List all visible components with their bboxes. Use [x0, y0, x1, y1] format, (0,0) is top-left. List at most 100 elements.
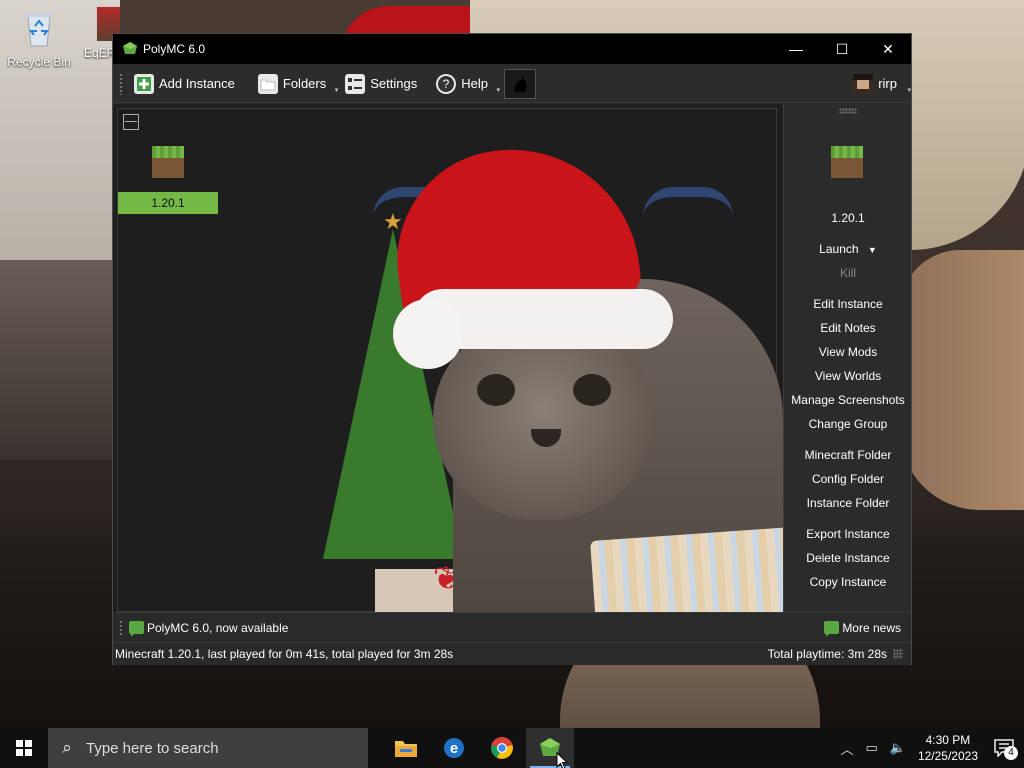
search-placeholder: Type here to search [86, 739, 219, 757]
chrome-icon [491, 737, 513, 759]
search-icon: ⌕ [62, 738, 72, 757]
help-icon: ? [436, 73, 457, 94]
file-explorer-icon [395, 741, 417, 757]
dropdown-arrow-icon: ▾ [907, 86, 911, 94]
volume-muted-icon[interactable]: 🔈 [890, 740, 906, 756]
settings-icon [345, 73, 366, 94]
grass-block-icon [152, 146, 184, 178]
news-headline[interactable]: PolyMC 6.0, now available [147, 621, 822, 635]
start-button[interactable] [0, 728, 48, 768]
launch-button[interactable]: Launch ▼ [784, 242, 912, 256]
maximize-button[interactable]: ☐ [819, 34, 865, 64]
toolbar-grip-handle[interactable] [119, 72, 123, 95]
cat-face [433, 319, 653, 519]
santa-hat-pompom [393, 299, 463, 369]
minimize-icon: — [789, 41, 803, 57]
mouse-cursor-icon [556, 752, 568, 768]
settings-button[interactable]: Settings [338, 68, 423, 100]
maximize-icon: ☐ [835, 40, 849, 57]
windows-logo-icon [16, 740, 32, 756]
group-collapse-toggle[interactable] [123, 114, 139, 130]
notification-count-badge: 4 [1004, 746, 1018, 760]
show-hidden-icons-chevron-icon[interactable]: ︿ [840, 739, 853, 758]
taskbar-file-explorer[interactable] [382, 728, 430, 768]
instance-status-text: Minecraft 1.20.1, last played for 0m 41s… [115, 647, 454, 661]
bg-wall-lower [0, 260, 120, 460]
instance-folder-button[interactable]: Instance Folder [784, 496, 912, 510]
delete-instance-button[interactable]: Delete Instance [784, 551, 912, 565]
total-playtime-text: Total playtime: 3m 28s [767, 647, 887, 661]
close-icon: ✕ [882, 40, 894, 57]
folders-button[interactable]: Folders ▾ [251, 68, 338, 100]
polymc-window: PolyMC 6.0 — ☐ ✕ Add Instance Folders ▾ [112, 33, 912, 665]
clock-date: 12/25/2023 [917, 749, 978, 763]
title-bar[interactable]: PolyMC 6.0 — ☐ ✕ [113, 34, 911, 64]
svg-text:?: ? [443, 77, 450, 91]
export-instance-button[interactable]: Export Instance [784, 527, 912, 541]
more-news-button[interactable]: More news [822, 620, 901, 637]
settings-label: Settings [370, 76, 418, 91]
polymc-logo-icon [123, 42, 137, 54]
cat-icon [514, 75, 527, 92]
svg-text:e: e [450, 740, 458, 757]
edit-notes-button[interactable]: Edit Notes [784, 321, 912, 335]
desktop-icon-label: Recycle Bin [7, 55, 71, 69]
edge-icon: e [444, 738, 464, 758]
instance-tile[interactable]: 1.20.1 [118, 146, 218, 214]
action-center-button[interactable]: 4 [984, 728, 1024, 768]
cat-pack-button[interactable] [503, 68, 536, 99]
window-title: PolyMC 6.0 [143, 42, 206, 56]
newsbar-grip-handle[interactable] [119, 619, 123, 636]
clock-time: 4:30 PM [925, 733, 971, 747]
folder-icon [257, 73, 278, 94]
account-avatar-icon [853, 73, 874, 94]
main-toolbar: Add Instance Folders ▾ Settings ? Help ▾… [113, 65, 911, 103]
view-mods-button[interactable]: View Mods [784, 345, 912, 359]
status-bar: Minecraft 1.20.1, last played for 0m 41s… [113, 642, 911, 665]
system-tray: ︿ ▭ 🔈 4:30 PM 12/25/2023 4 [834, 728, 1024, 768]
sidebar-grip-handle[interactable] [838, 108, 857, 114]
instance-sidebar: 1.20.1 Launch ▼ Kill Edit Instance Edit … [783, 104, 911, 612]
gift-box [590, 527, 783, 612]
desktop-icon-recycle-bin[interactable]: Recycle Bin [2, 8, 76, 69]
dropdown-arrow-icon: ▼ [867, 245, 877, 255]
news-icon [129, 621, 144, 637]
launch-label: Launch [819, 242, 859, 256]
taskbar-search-box[interactable]: ⌕ Type here to search [48, 728, 368, 768]
kill-button[interactable]: Kill [784, 266, 912, 280]
news-bar: PolyMC 6.0, now available More news [113, 612, 911, 642]
resize-grip-handle[interactable] [893, 649, 903, 659]
help-label: Help [461, 76, 488, 91]
config-folder-button[interactable]: Config Folder [784, 472, 912, 486]
cat-background-art: ★ ❦ [323, 133, 783, 612]
instance-name-label: 1.20.1 [118, 192, 218, 214]
sidebar-instance-name: 1.20.1 [831, 211, 865, 225]
instance-view[interactable]: ★ ❦ 1.20.1 [113, 104, 783, 612]
copy-instance-button[interactable]: Copy Instance [784, 575, 912, 589]
minimize-button[interactable]: — [773, 34, 819, 64]
manage-screenshots-button[interactable]: Manage Screenshots [784, 393, 912, 407]
account-name: rirp [878, 76, 897, 91]
help-button[interactable]: ? Help ▾ [429, 68, 500, 100]
dropdown-arrow-icon: ▾ [496, 86, 500, 94]
change-group-button[interactable]: Change Group [784, 417, 912, 431]
view-worlds-button[interactable]: View Worlds [784, 369, 912, 383]
taskbar-edge[interactable]: e [430, 728, 478, 768]
grass-block-icon[interactable] [831, 146, 863, 178]
add-instance-label: Add Instance [159, 76, 235, 91]
folders-label: Folders [282, 76, 327, 91]
taskbar-clock[interactable]: 4:30 PM 12/25/2023 [918, 732, 978, 764]
account-button[interactable]: rirp ▾ [846, 68, 911, 100]
add-instance-icon [134, 73, 154, 94]
minecraft-folder-button[interactable]: Minecraft Folder [784, 448, 912, 462]
taskbar-chrome[interactable] [478, 728, 526, 768]
more-news-label: More news [842, 620, 901, 635]
network-icon[interactable]: ▭ [865, 740, 877, 756]
close-button[interactable]: ✕ [865, 34, 911, 64]
bg-cat-side [900, 250, 1024, 510]
add-instance-button[interactable]: Add Instance [127, 68, 241, 100]
edit-instance-button[interactable]: Edit Instance [784, 297, 912, 311]
news-icon [824, 621, 840, 637]
taskbar: ⌕ Type here to search e ︿ ▭ 🔈 4:30 PM 12… [0, 728, 1024, 768]
recycle-bin-icon [26, 13, 52, 47]
